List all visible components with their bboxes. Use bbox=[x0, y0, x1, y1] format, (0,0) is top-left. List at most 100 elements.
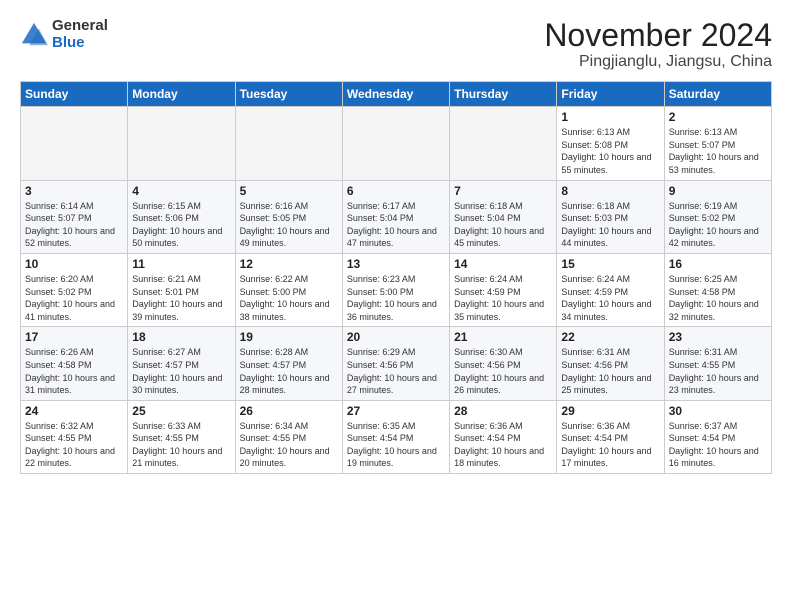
calendar-cell: 7 Sunrise: 6:18 AMSunset: 5:04 PMDaylight… bbox=[450, 180, 557, 253]
day-info: Sunrise: 6:24 AMSunset: 4:59 PMDaylight:… bbox=[454, 273, 552, 323]
calendar-cell: 10 Sunrise: 6:20 AMSunset: 5:02 PMDayligh… bbox=[21, 253, 128, 326]
week-row-2: 10 Sunrise: 6:20 AMSunset: 5:02 PMDayligh… bbox=[21, 253, 772, 326]
calendar-cell: 9 Sunrise: 6:19 AMSunset: 5:02 PMDaylight… bbox=[664, 180, 771, 253]
day-number: 28 bbox=[454, 404, 552, 418]
col-saturday: Saturday bbox=[664, 82, 771, 107]
day-number: 27 bbox=[347, 404, 445, 418]
day-info: Sunrise: 6:37 AMSunset: 4:54 PMDaylight:… bbox=[669, 420, 767, 470]
day-info: Sunrise: 6:28 AMSunset: 4:57 PMDaylight:… bbox=[240, 346, 338, 396]
day-info: Sunrise: 6:26 AMSunset: 4:58 PMDaylight:… bbox=[25, 346, 123, 396]
col-monday: Monday bbox=[128, 82, 235, 107]
calendar-cell bbox=[128, 107, 235, 180]
calendar-cell: 21Sunrise: 6:30 AMSunset: 4:56 PMDayligh… bbox=[450, 327, 557, 400]
calendar-cell: 12Sunrise: 6:22 AMSunset: 5:00 PMDayligh… bbox=[235, 253, 342, 326]
logo: General Blue bbox=[20, 18, 108, 51]
day-number: 12 bbox=[240, 257, 338, 271]
calendar-cell: 23 Sunrise: 6:31 AMSunset: 4:55 PMDayligh… bbox=[664, 327, 771, 400]
day-number: 30 bbox=[669, 404, 767, 418]
day-number: 15 bbox=[561, 257, 659, 271]
day-info: Sunrise: 6:27 AMSunset: 4:57 PMDaylight:… bbox=[132, 346, 230, 396]
day-info: Sunrise: 6:18 AMSunset: 5:03 PMDaylight:… bbox=[561, 200, 659, 250]
col-tuesday: Tuesday bbox=[235, 82, 342, 107]
day-number: 23 bbox=[669, 330, 767, 344]
logo-blue-text: Blue bbox=[52, 35, 108, 52]
calendar-cell: 27 Sunrise: 6:35 AMSunset: 4:54 PMDayligh… bbox=[342, 400, 449, 473]
day-number: 20 bbox=[347, 330, 445, 344]
week-row-0: 1 Sunrise: 6:13 AMSunset: 5:08 PMDaylight… bbox=[21, 107, 772, 180]
week-row-1: 3 Sunrise: 6:14 AMSunset: 5:07 PMDaylight… bbox=[21, 180, 772, 253]
day-number: 29 bbox=[561, 404, 659, 418]
day-info: Sunrise: 6:19 AMSunset: 5:02 PMDaylight:… bbox=[669, 200, 767, 250]
calendar-cell: 14 Sunrise: 6:24 AMSunset: 4:59 PMDayligh… bbox=[450, 253, 557, 326]
calendar-cell: 6 Sunrise: 6:17 AMSunset: 5:04 PMDaylight… bbox=[342, 180, 449, 253]
day-info: Sunrise: 6:35 AMSunset: 4:54 PMDaylight:… bbox=[347, 420, 445, 470]
calendar-cell: 16Sunrise: 6:25 AMSunset: 4:58 PMDayligh… bbox=[664, 253, 771, 326]
day-info: Sunrise: 6:21 AMSunset: 5:01 PMDaylight:… bbox=[132, 273, 230, 323]
day-number: 17 bbox=[25, 330, 123, 344]
calendar-cell bbox=[235, 107, 342, 180]
day-info: Sunrise: 6:20 AMSunset: 5:02 PMDaylight:… bbox=[25, 273, 123, 323]
day-number: 24 bbox=[25, 404, 123, 418]
calendar-cell: 29 Sunrise: 6:36 AMSunset: 4:54 PMDayligh… bbox=[557, 400, 664, 473]
day-number: 7 bbox=[454, 184, 552, 198]
calendar-cell: 11 Sunrise: 6:21 AMSunset: 5:01 PMDayligh… bbox=[128, 253, 235, 326]
col-friday: Friday bbox=[557, 82, 664, 107]
day-info: Sunrise: 6:36 AMSunset: 4:54 PMDaylight:… bbox=[454, 420, 552, 470]
calendar-cell: 28 Sunrise: 6:36 AMSunset: 4:54 PMDayligh… bbox=[450, 400, 557, 473]
day-info: Sunrise: 6:34 AMSunset: 4:55 PMDaylight:… bbox=[240, 420, 338, 470]
subtitle: Pingjianglu, Jiangsu, China bbox=[544, 53, 772, 71]
calendar-cell: 30 Sunrise: 6:37 AMSunset: 4:54 PMDayligh… bbox=[664, 400, 771, 473]
day-number: 25 bbox=[132, 404, 230, 418]
calendar-cell: 24 Sunrise: 6:32 AMSunset: 4:55 PMDayligh… bbox=[21, 400, 128, 473]
calendar-cell: 22 Sunrise: 6:31 AMSunset: 4:56 PMDayligh… bbox=[557, 327, 664, 400]
day-info: Sunrise: 6:36 AMSunset: 4:54 PMDaylight:… bbox=[561, 420, 659, 470]
day-number: 4 bbox=[132, 184, 230, 198]
logo-text: General Blue bbox=[52, 18, 108, 51]
calendar-cell: 2Sunrise: 6:13 AMSunset: 5:07 PMDaylight… bbox=[664, 107, 771, 180]
calendar-cell bbox=[21, 107, 128, 180]
page: General Blue November 2024 Pingjianglu, … bbox=[0, 0, 792, 612]
day-number: 9 bbox=[669, 184, 767, 198]
day-info: Sunrise: 6:14 AMSunset: 5:07 PMDaylight:… bbox=[25, 200, 123, 250]
calendar-cell: 8 Sunrise: 6:18 AMSunset: 5:03 PMDaylight… bbox=[557, 180, 664, 253]
logo-general-text: General bbox=[52, 18, 108, 35]
day-info: Sunrise: 6:23 AMSunset: 5:00 PMDaylight:… bbox=[347, 273, 445, 323]
day-info: Sunrise: 6:18 AMSunset: 5:04 PMDaylight:… bbox=[454, 200, 552, 250]
calendar-cell: 18 Sunrise: 6:27 AMSunset: 4:57 PMDayligh… bbox=[128, 327, 235, 400]
day-info: Sunrise: 6:15 AMSunset: 5:06 PMDaylight:… bbox=[132, 200, 230, 250]
day-info: Sunrise: 6:13 AMSunset: 5:08 PMDaylight:… bbox=[561, 126, 659, 176]
day-number: 18 bbox=[132, 330, 230, 344]
calendar-cell: 15 Sunrise: 6:24 AMSunset: 4:59 PMDayligh… bbox=[557, 253, 664, 326]
day-number: 3 bbox=[25, 184, 123, 198]
calendar-cell: 1 Sunrise: 6:13 AMSunset: 5:08 PMDaylight… bbox=[557, 107, 664, 180]
day-info: Sunrise: 6:30 AMSunset: 4:56 PMDaylight:… bbox=[454, 346, 552, 396]
day-info: Sunrise: 6:17 AMSunset: 5:04 PMDaylight:… bbox=[347, 200, 445, 250]
day-info: Sunrise: 6:31 AMSunset: 4:56 PMDaylight:… bbox=[561, 346, 659, 396]
calendar-cell: 20 Sunrise: 6:29 AMSunset: 4:56 PMDayligh… bbox=[342, 327, 449, 400]
day-info: Sunrise: 6:31 AMSunset: 4:55 PMDaylight:… bbox=[669, 346, 767, 396]
day-number: 6 bbox=[347, 184, 445, 198]
day-info: Sunrise: 6:24 AMSunset: 4:59 PMDaylight:… bbox=[561, 273, 659, 323]
col-sunday: Sunday bbox=[21, 82, 128, 107]
day-number: 8 bbox=[561, 184, 659, 198]
day-info: Sunrise: 6:32 AMSunset: 4:55 PMDaylight:… bbox=[25, 420, 123, 470]
day-number: 11 bbox=[132, 257, 230, 271]
calendar-cell: 13 Sunrise: 6:23 AMSunset: 5:00 PMDayligh… bbox=[342, 253, 449, 326]
day-number: 13 bbox=[347, 257, 445, 271]
day-number: 22 bbox=[561, 330, 659, 344]
day-info: Sunrise: 6:25 AMSunset: 4:58 PMDaylight:… bbox=[669, 273, 767, 323]
logo-icon bbox=[20, 21, 48, 49]
day-number: 14 bbox=[454, 257, 552, 271]
day-number: 1 bbox=[561, 110, 659, 124]
calendar-cell: 3 Sunrise: 6:14 AMSunset: 5:07 PMDaylight… bbox=[21, 180, 128, 253]
day-info: Sunrise: 6:13 AMSunset: 5:07 PMDaylight:… bbox=[669, 126, 767, 176]
calendar-table: Sunday Monday Tuesday Wednesday Thursday… bbox=[20, 81, 772, 474]
day-number: 10 bbox=[25, 257, 123, 271]
day-number: 19 bbox=[240, 330, 338, 344]
calendar-cell bbox=[450, 107, 557, 180]
calendar-cell bbox=[342, 107, 449, 180]
day-info: Sunrise: 6:29 AMSunset: 4:56 PMDaylight:… bbox=[347, 346, 445, 396]
day-number: 5 bbox=[240, 184, 338, 198]
col-wednesday: Wednesday bbox=[342, 82, 449, 107]
calendar-cell: 25Sunrise: 6:33 AMSunset: 4:55 PMDayligh… bbox=[128, 400, 235, 473]
